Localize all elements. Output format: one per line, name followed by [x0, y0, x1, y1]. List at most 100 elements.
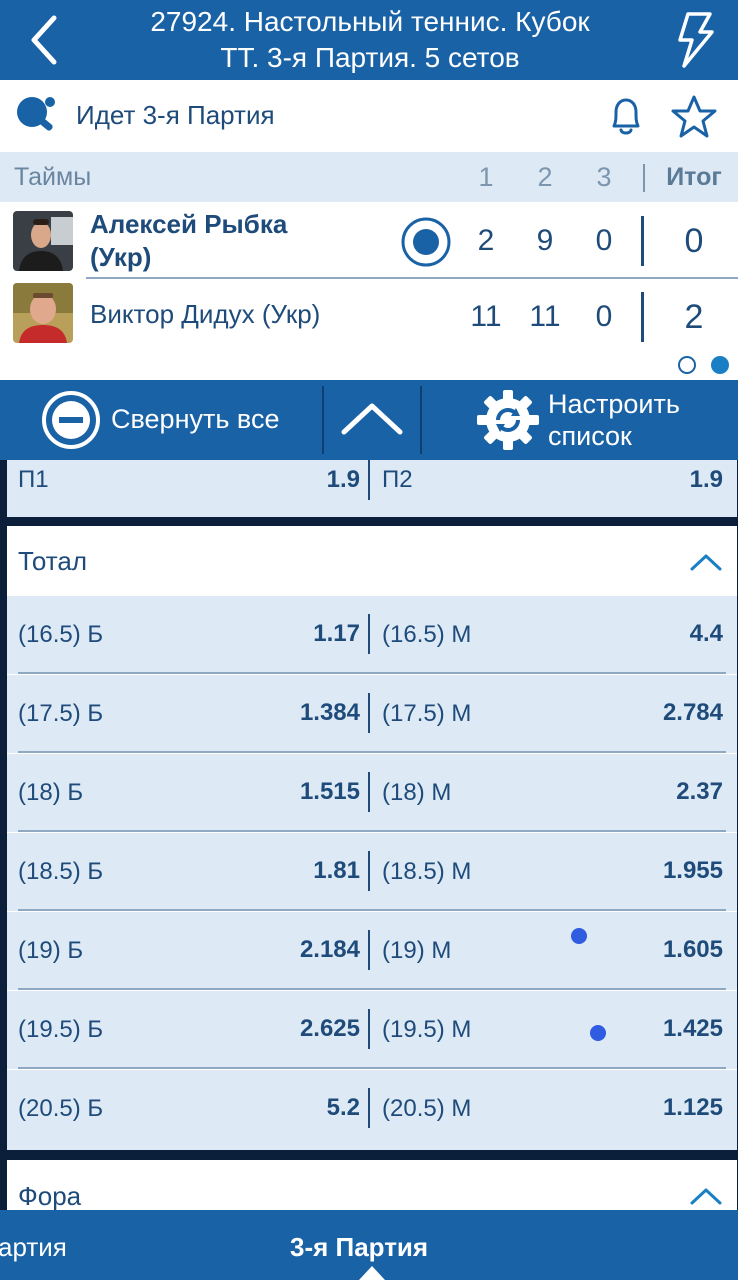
row-divider [18, 672, 726, 674]
chevron-up-icon[interactable] [689, 552, 723, 572]
odds-cell-over[interactable]: (17.5) Б 1.384 [7, 675, 368, 753]
market-title: Тотал [18, 546, 87, 576]
header-divider [643, 164, 645, 192]
odds-label: П1 [18, 466, 49, 493]
odds-value: 4.4 [689, 620, 723, 647]
row-divider [18, 988, 726, 990]
player-name: Алексей Рыбка (Укр) [90, 208, 287, 274]
odds-divider [368, 1009, 370, 1049]
odds-cell-over[interactable]: (18) Б 1.515 [7, 754, 368, 832]
total-divider [641, 292, 644, 342]
odds-cell-under[interactable]: (16.5) М 4.4 [371, 596, 737, 674]
set-score: 0 [595, 224, 613, 257]
odds-divider [368, 772, 370, 812]
set-score: 9 [536, 224, 554, 257]
set-column-2: 2 [537, 162, 553, 192]
collapse-all-button[interactable]: Свернуть все [111, 404, 279, 435]
odds-label: (19.5) Б [18, 1016, 104, 1043]
total-column-label: Итог [666, 163, 722, 191]
row-divider [18, 909, 726, 911]
player-avatar [13, 283, 73, 343]
row-divider [18, 830, 726, 832]
odds-row: (16.5) Б 1.17 (16.5) М 4.4 [7, 596, 737, 674]
player-row: Виктор Дидух (Укр) 11 11 0 2 [0, 280, 738, 354]
odds-cell-over[interactable]: (18.5) Б 1.81 [7, 833, 368, 911]
odds-cell-under[interactable]: (18) М 2.37 [371, 754, 737, 832]
odds-divider [368, 851, 370, 891]
odds-cell-over[interactable]: (16.5) Б 1.17 [7, 596, 368, 674]
odds-cell-over[interactable]: (19.5) Б 2.625 [7, 991, 368, 1069]
odds-label: П2 [382, 466, 413, 493]
tab-previous-set[interactable]: артия [0, 1232, 67, 1263]
markets-list: П1 1.9 П2 1.9 Тотал (16.5) Б 1.17 (16.5)… [0, 460, 738, 1210]
page-indicator[interactable] [676, 354, 732, 376]
chevron-up-icon[interactable] [338, 396, 406, 440]
odds-value: 1.9 [689, 466, 723, 493]
odds-value: 5.2 [326, 1094, 360, 1121]
set-tab-bar: артия 3-я Партия [0, 1210, 738, 1280]
odds-value: 1.125 [662, 1094, 723, 1121]
customize-list-line2: список [548, 421, 632, 451]
page-title-line1: 27924. Настольный теннис. Кубок [150, 6, 590, 37]
player-avatar [13, 211, 73, 271]
odds-value: 1.9 [326, 466, 360, 493]
odds-cell-under[interactable]: (20.5) М 1.125 [371, 1070, 737, 1148]
odds-value: 2.37 [676, 778, 723, 805]
odds-cell-p1[interactable]: П1 1.9 [7, 460, 368, 520]
bell-icon[interactable] [604, 94, 648, 138]
set-score: 0 [595, 300, 613, 333]
odds-value: 1.17 [313, 620, 360, 647]
back-chevron-icon[interactable] [24, 12, 68, 68]
scoreboard: Таймы 1 2 3 Итог Алексей Рыбка (Укр) 2 9… [0, 152, 738, 380]
odds-label: (20.5) М [382, 1095, 472, 1122]
customize-list-button[interactable]: Настроить список [548, 388, 680, 452]
odds-cell-under[interactable]: (19) М 1.605 [371, 912, 737, 990]
player-name-line2: (Укр) [90, 242, 152, 272]
odds-value: 1.605 [662, 936, 723, 963]
handicap-market-card[interactable]: Фора [7, 1160, 737, 1210]
odds-row: (19) Б 2.184 (19) М 1.605 [7, 912, 737, 990]
total-market-card: Тотал (16.5) Б 1.17 (16.5) М 4.4 (17.5) … [7, 526, 737, 1150]
page-title: 27924. Настольный теннис. Кубок ТТ. 3-я … [92, 4, 648, 76]
odds-label: (17.5) Б [18, 700, 104, 727]
odds-value: 1.955 [662, 857, 723, 884]
chevron-up-icon[interactable] [689, 1186, 723, 1206]
odds-cell-p2[interactable]: П2 1.9 [371, 460, 737, 520]
odds-label: (18.5) Б [18, 858, 104, 885]
odds-row: (18) Б 1.515 (18) М 2.37 [7, 754, 737, 832]
lightning-icon[interactable] [670, 10, 720, 70]
market-toolbar: Свернуть все Настроить список [0, 380, 738, 460]
odds-row: (18.5) Б 1.81 (18.5) М 1.955 [7, 833, 737, 911]
tab-current-set[interactable]: 3-я Партия [290, 1232, 428, 1263]
app-header: 27924. Настольный теннис. Кубок ТТ. 3-я … [0, 0, 738, 80]
set-column-3: 3 [596, 162, 612, 192]
odds-cell-over[interactable]: (20.5) Б 5.2 [7, 1070, 368, 1148]
page-title-line2: ТТ. 3-я Партия. 5 сетов [220, 42, 520, 73]
odds-cell-under[interactable]: (19.5) М 1.425 [371, 991, 737, 1069]
odds-cell-over[interactable]: (19) Б 2.184 [7, 912, 368, 990]
row-divider [18, 1067, 726, 1069]
active-tab-indicator [359, 1266, 385, 1280]
player-name-line1: Алексей Рыбка [90, 209, 288, 239]
odds-row: П1 1.9 П2 1.9 [7, 460, 737, 517]
set-score: 2 [477, 224, 495, 257]
total-market-header[interactable]: Тотал [7, 526, 737, 596]
odds-label: (16.5) М [382, 621, 472, 648]
odds-row: (20.5) Б 5.2 (20.5) М 1.125 [7, 1070, 737, 1150]
market-title: Фора [18, 1181, 82, 1210]
odds-cell-under[interactable]: (17.5) М 2.784 [371, 675, 737, 753]
star-icon[interactable] [670, 94, 718, 140]
odds-value: 2.184 [299, 936, 360, 963]
odds-cell-under[interactable]: (18.5) М 1.955 [371, 833, 737, 911]
settings-gear-icon[interactable] [476, 389, 540, 451]
player-row: Алексей Рыбка (Укр) 2 9 0 0 [0, 204, 738, 278]
odds-value: 1.515 [299, 778, 360, 805]
match-status-bar: Идет 3-я Партия [0, 80, 738, 152]
winner-market-card: П1 1.9 П2 1.9 [7, 460, 737, 517]
table-tennis-icon [12, 94, 62, 140]
collapse-all-icon[interactable] [40, 389, 102, 451]
odds-change-marker [590, 1025, 606, 1041]
odds-label: (17.5) М [382, 700, 472, 727]
serve-indicator-icon [400, 216, 452, 268]
odds-label: (19) Б [18, 937, 84, 964]
